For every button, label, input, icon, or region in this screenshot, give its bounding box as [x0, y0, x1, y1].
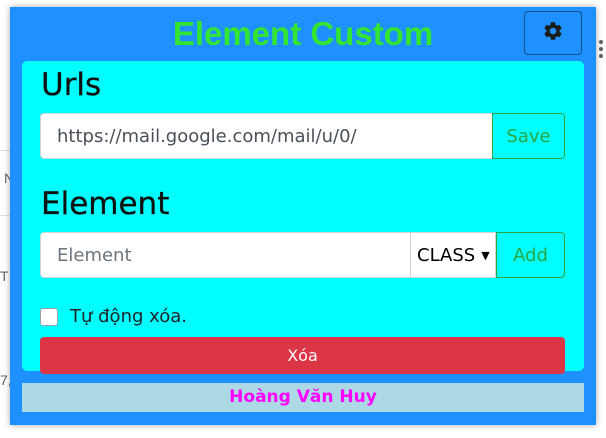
- background-text-2: T: [0, 268, 9, 284]
- settings-card: Urls Save Element CLASS ▼ Add Tự động xó…: [22, 61, 584, 374]
- element-input[interactable]: [40, 232, 411, 278]
- auto-delete-checkbox[interactable]: [40, 307, 58, 326]
- urls-heading: Urls: [41, 67, 102, 103]
- more-options-icon[interactable]: [597, 40, 605, 66]
- add-button[interactable]: Add: [496, 232, 565, 278]
- save-button[interactable]: Save: [492, 113, 565, 159]
- selector-type-value: CLASS: [417, 244, 476, 266]
- auto-delete-label: Tự động xóa.: [70, 306, 187, 327]
- auto-delete-row: Tự động xóa.: [40, 306, 187, 327]
- selector-type-select[interactable]: CLASS ▼: [410, 232, 496, 278]
- extension-popup: Element Custom Urls Save Element CLASS ▼…: [10, 7, 596, 425]
- background-divider: [0, 150, 10, 151]
- gear-icon: [542, 20, 564, 47]
- caret-down-icon: ▼: [481, 248, 490, 262]
- delete-button[interactable]: Xóa: [40, 337, 565, 374]
- url-input[interactable]: [40, 113, 493, 159]
- popup-title: Element Custom: [172, 15, 434, 52]
- background-divider: [0, 215, 10, 216]
- settings-button[interactable]: [524, 11, 582, 55]
- element-heading: Element: [41, 186, 170, 222]
- author-footer: Hoàng Văn Huy: [22, 383, 584, 412]
